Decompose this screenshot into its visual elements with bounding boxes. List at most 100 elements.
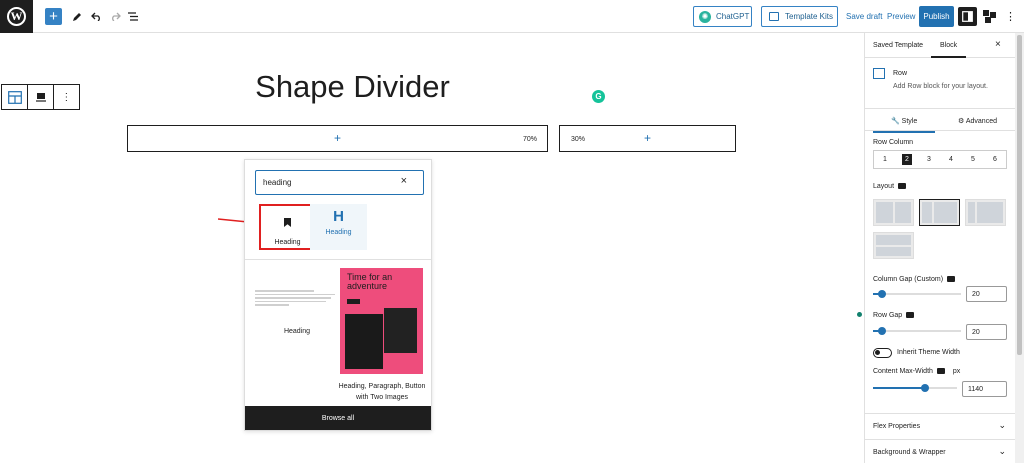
column-right-width: 30% xyxy=(571,136,586,143)
column-gap-input[interactable]: 20 xyxy=(966,286,1007,302)
slider-handle[interactable] xyxy=(921,384,929,392)
add-block-in-column-right-icon[interactable]: + xyxy=(644,131,651,145)
column-gap-label: Column Gap (Custom) xyxy=(873,276,956,283)
background-wrapper-label: Background & Wrapper xyxy=(873,449,946,456)
desktop-icon[interactable] xyxy=(936,368,945,375)
chevron-down-icon: ⌄ xyxy=(998,420,1006,430)
tab-block[interactable]: Block xyxy=(930,42,967,58)
bookmark-icon xyxy=(284,218,291,227)
desktop-icon[interactable] xyxy=(898,183,907,190)
block-name: Row xyxy=(893,70,908,77)
settings-sidebar-toggle-icon[interactable] xyxy=(958,7,977,26)
tab-advanced-label: Advanced xyxy=(965,118,997,125)
add-block-in-column-left-icon[interactable]: + xyxy=(334,131,341,145)
chatgpt-button[interactable]: ✺ ChatGPT xyxy=(693,6,752,27)
block-search-input[interactable]: heading × xyxy=(255,170,424,195)
template-kits-button[interactable]: Template Kits xyxy=(761,6,838,27)
template-kits-icon xyxy=(769,12,779,21)
pattern-adventure-button xyxy=(347,299,360,304)
page-title[interactable]: Shape Divider xyxy=(250,69,455,105)
row-column-option[interactable]: 5 xyxy=(962,151,984,168)
clear-search-icon[interactable]: × xyxy=(401,175,407,187)
grammarly-icon[interactable]: G xyxy=(592,90,605,103)
save-draft-button[interactable]: Save draft xyxy=(846,12,882,21)
options-more-icon[interactable]: ⋮ xyxy=(1001,7,1020,26)
browse-all-button[interactable]: Browse all xyxy=(245,406,431,430)
tab-style-label: Style xyxy=(901,118,918,125)
row-column-option[interactable]: 4 xyxy=(940,151,962,168)
edit-pencil-icon[interactable] xyxy=(70,8,84,25)
block-options-icon[interactable]: ⋮ xyxy=(54,85,79,109)
column-left-width: 70% xyxy=(523,136,538,143)
wordpress-logo[interactable]: W xyxy=(0,0,33,33)
row-block-icon xyxy=(873,68,885,79)
heading-h-icon: H xyxy=(333,208,344,225)
layout-option-equal[interactable] xyxy=(873,199,914,226)
content-max-width-slider[interactable] xyxy=(873,383,957,393)
document-overview-icon[interactable] xyxy=(126,8,140,25)
background-wrapper-panel[interactable]: Background & Wrapper ⌄ xyxy=(865,439,1016,465)
column-right[interactable]: 30% + xyxy=(559,125,736,152)
tab-advanced[interactable]: ⚙ Advanced xyxy=(958,117,997,125)
row-gap-label-text: Row Gap xyxy=(873,312,903,319)
flex-properties-panel[interactable]: Flex Properties ⌄ xyxy=(865,413,1016,439)
block-option-heading-plugin[interactable]: H Heading xyxy=(310,204,367,250)
close-icon[interactable]: × xyxy=(995,39,1001,50)
row-gap-input[interactable]: 20 xyxy=(966,324,1007,340)
inherit-theme-width-label: Inherit Theme Width xyxy=(897,349,960,356)
wordpress-icon: W xyxy=(7,7,26,26)
slider-handle[interactable] xyxy=(878,290,886,298)
content-max-width-input[interactable]: 1140 xyxy=(962,381,1007,397)
inherit-theme-width-toggle[interactable] xyxy=(873,348,892,358)
row-layout-icon[interactable] xyxy=(2,85,29,109)
chevron-down-icon: ⌄ xyxy=(998,446,1006,456)
column-gap-slider[interactable] xyxy=(873,289,961,299)
unit-label[interactable]: px xyxy=(953,368,960,375)
pattern-heading-label: Heading xyxy=(283,328,311,335)
chatgpt-label: ChatGPT xyxy=(716,12,750,21)
sidebar-tabs: Saved Template Block × xyxy=(865,33,1016,58)
flex-properties-label: Flex Properties xyxy=(873,423,921,430)
layout-option-stacked[interactable] xyxy=(873,232,914,259)
blocks-kit-icon[interactable] xyxy=(980,7,999,26)
desktop-icon[interactable] xyxy=(947,276,956,283)
scrollbar-thumb[interactable] xyxy=(1017,35,1022,355)
pattern-heading-preview[interactable] xyxy=(255,290,339,308)
row-column-option-selected[interactable]: 2 xyxy=(896,151,918,168)
layout-option-left-narrow[interactable] xyxy=(965,199,1006,226)
chatgpt-icon: ✺ xyxy=(699,10,711,23)
preview-button[interactable]: Preview xyxy=(887,12,915,21)
inserter-divider xyxy=(245,259,431,260)
row-column-option[interactable]: 1 xyxy=(874,151,896,168)
publish-button[interactable]: Publish xyxy=(919,6,954,27)
row-column-label: Row Column xyxy=(873,139,914,146)
layout-label-text: Layout xyxy=(873,183,895,190)
layout-label: Layout xyxy=(873,183,907,190)
quick-inserter-popover: heading × Heading H Heading Heading Time… xyxy=(244,159,432,431)
row-column-option[interactable]: 3 xyxy=(918,151,940,168)
tab-style[interactable]: 🔧 Style xyxy=(872,117,936,133)
template-kits-label: Template Kits xyxy=(785,12,834,21)
block-description: Add Row block for your layout. xyxy=(893,83,988,90)
block-option-heading-core[interactable]: Heading xyxy=(259,204,316,250)
desktop-icon[interactable] xyxy=(906,312,915,319)
redo-icon[interactable] xyxy=(108,8,122,25)
sidebar-scrollbar[interactable] xyxy=(1015,33,1024,463)
pattern-adventure-caption: Heading, Paragraph, Button with Two Imag… xyxy=(338,383,426,401)
wrench-icon: 🔧 xyxy=(891,118,900,125)
block-option-label: Heading xyxy=(274,239,301,246)
undo-icon[interactable] xyxy=(89,8,103,25)
row-gap-slider[interactable] xyxy=(873,326,961,336)
column-left[interactable]: + 70% xyxy=(127,125,548,152)
block-align-icon[interactable] xyxy=(28,85,54,109)
pattern-adventure-title: Time for an adventure xyxy=(347,272,393,291)
row-column-picker: 1 2 3 4 5 6 xyxy=(873,150,1007,169)
slider-handle[interactable] xyxy=(878,327,886,335)
row-gap-label: Row Gap xyxy=(873,312,915,319)
layout-option-selected[interactable] xyxy=(919,199,960,226)
row-column-option[interactable]: 6 xyxy=(984,151,1006,168)
editor-canvas: ⋮ Shape Divider G + 70% 30% + heading × … xyxy=(0,33,864,463)
tab-saved-template[interactable]: Saved Template xyxy=(873,42,923,49)
pattern-adventure-preview[interactable]: Time for an adventure xyxy=(340,268,423,374)
add-block-button[interactable]: + xyxy=(45,8,62,25)
